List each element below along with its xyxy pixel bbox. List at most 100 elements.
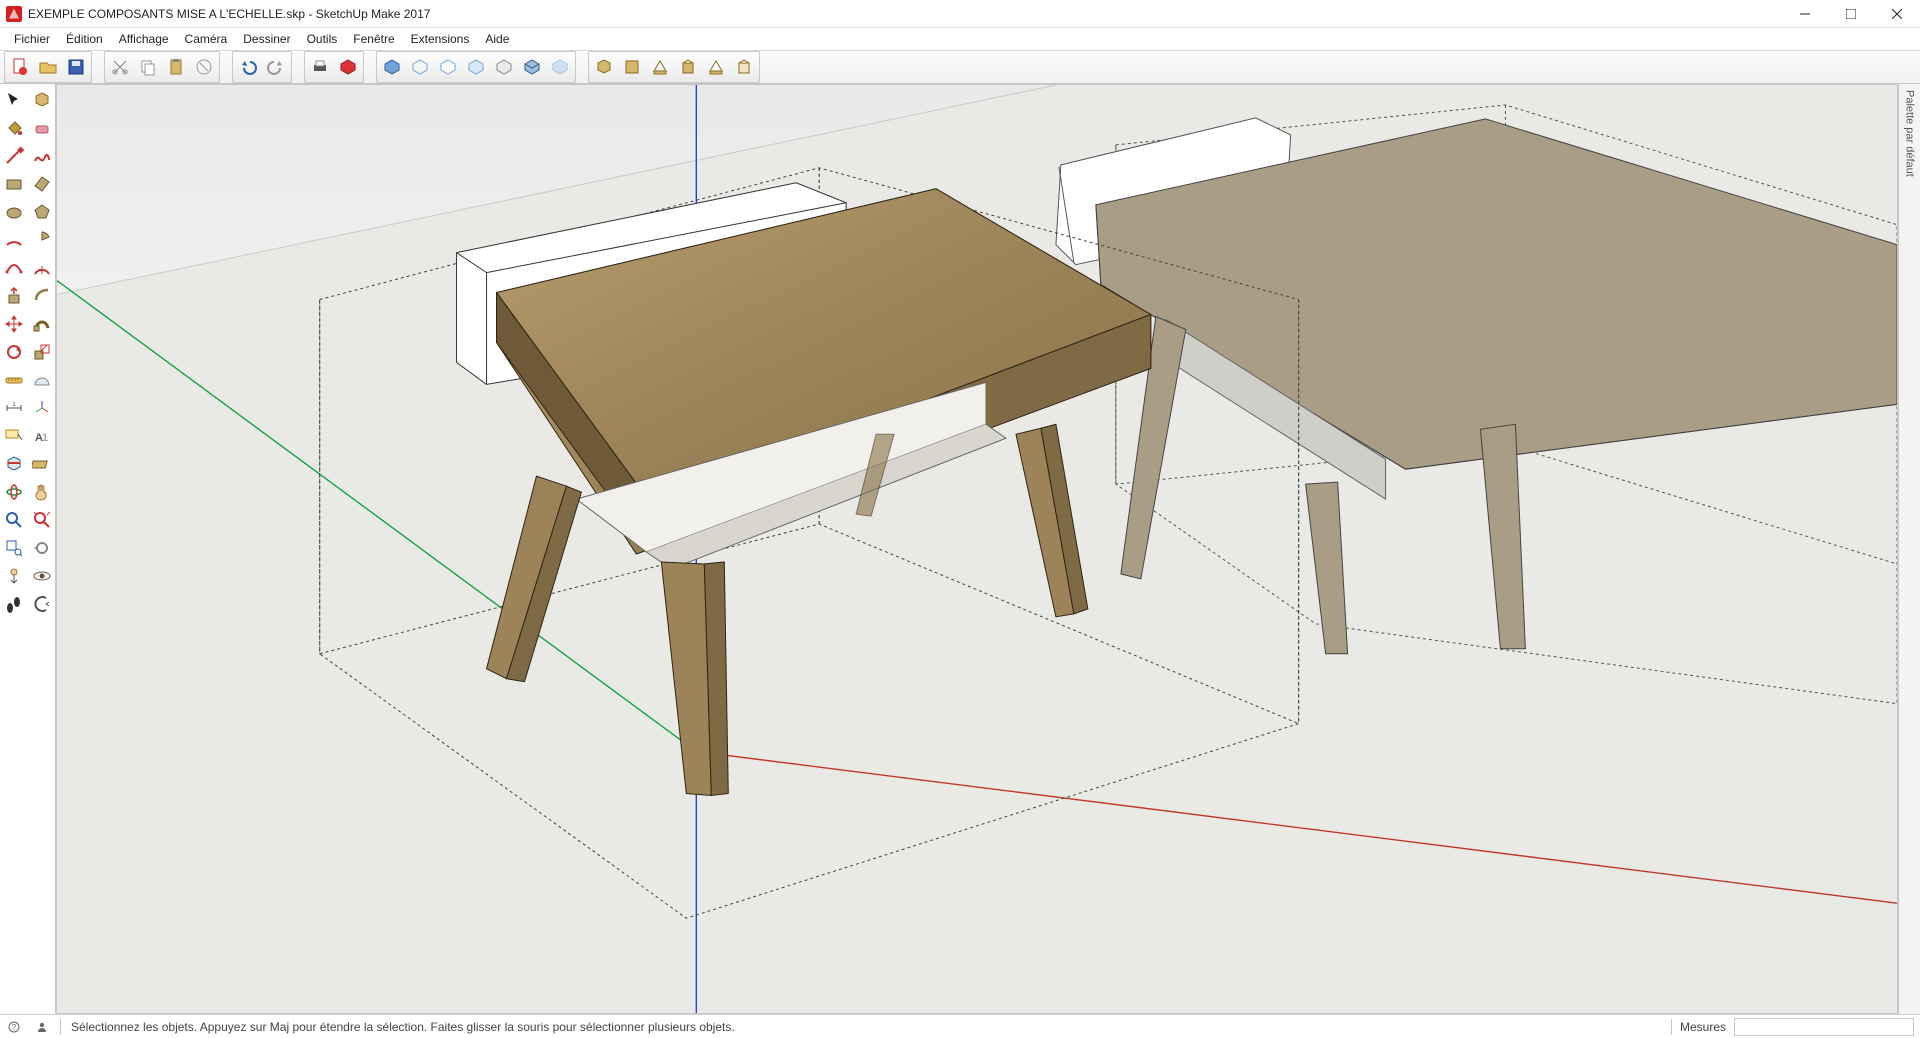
toolbar-file-group [4,51,92,83]
rotated-rect-tool[interactable] [28,170,56,198]
view-front-button[interactable] [647,54,673,80]
paste-button[interactable] [163,54,189,80]
zoom-window-tool[interactable] [0,534,28,562]
style-mono-button[interactable] [463,54,489,80]
menu-extensions[interactable]: Extensions [403,30,478,48]
delete-button[interactable] [191,54,217,80]
style-white-button[interactable] [491,54,517,80]
pie-tool[interactable] [28,226,56,254]
main-toolbar [0,50,1920,84]
tapemeasure-tool[interactable] [0,366,28,394]
menu-outils[interactable]: Outils [299,30,346,48]
axes-tool[interactable] [28,394,56,422]
previous-view-tool[interactable] [28,534,56,562]
print-button[interactable] [307,54,333,80]
offset-tool[interactable] [28,282,56,310]
svg-text:?: ? [12,1023,17,1032]
menu-affichage[interactable]: Affichage [111,30,177,48]
zoom-tool[interactable] [0,506,28,534]
minimize-button[interactable] [1782,0,1828,28]
pan-tool[interactable] [28,478,56,506]
save-button[interactable] [63,54,89,80]
divider [1671,1019,1672,1035]
window-title: EXEMPLE COMPOSANTS MISE A L'ECHELLE.skp … [28,7,430,21]
view-iso-button[interactable] [591,54,617,80]
polygon-tool[interactable] [28,198,56,226]
toolbar-print-group [304,51,364,83]
view-left-button[interactable] [731,54,757,80]
open-button[interactable] [35,54,61,80]
circle-tool[interactable] [0,198,28,226]
viewport-3d[interactable] [56,84,1898,1014]
menu-dessiner[interactable]: Dessiner [235,30,298,48]
orbit-tool[interactable] [0,478,28,506]
model3d-button[interactable] [335,54,361,80]
view-right-button[interactable] [675,54,701,80]
style-shaded-button[interactable] [379,54,405,80]
user-icon[interactable] [34,1019,50,1035]
toolbar-undo-group [232,51,292,83]
scale-tool[interactable] [28,338,56,366]
undo-button[interactable] [235,54,261,80]
arc-tool[interactable] [0,226,28,254]
menu-fenetre[interactable]: Fenêtre [345,30,402,48]
zoom-extents-tool[interactable] [28,506,56,534]
rectangle-tool[interactable] [0,170,28,198]
menu-fichier[interactable]: Fichier [6,30,58,48]
style-xray-button[interactable] [547,54,573,80]
dimension-tool[interactable]: 1 [0,394,28,422]
measurements-label: Mesures [1680,1020,1734,1034]
arc-center-tool[interactable] [28,254,56,282]
3dtext-tool[interactable]: A1 [28,422,56,450]
rotate-tool[interactable] [0,338,28,366]
select-tool[interactable] [0,86,28,114]
tool-palette: 1 A1 [0,84,56,1014]
style-wire-button[interactable] [407,54,433,80]
style-hidden-button[interactable] [435,54,461,80]
app-icon [6,6,22,22]
menu-camera[interactable]: Caméra [177,30,236,48]
close-button[interactable] [1874,0,1920,28]
followme-tool[interactable] [28,310,56,338]
title-bar: EXEMPLE COMPOSANTS MISE A L'ECHELLE.skp … [0,0,1920,28]
svg-text:1: 1 [42,432,48,444]
pushpull-tool[interactable] [0,282,28,310]
make-component-tool[interactable] [28,86,56,114]
move-tool[interactable] [0,310,28,338]
paint-bucket-tool[interactable] [0,114,28,142]
line-tool[interactable] [0,142,28,170]
walk-tool[interactable] [0,590,28,618]
default-tray-label: Palette par défaut [1904,84,1916,177]
toolbar-views-group [588,51,760,83]
freehand-tool[interactable] [28,142,56,170]
view-back-button[interactable] [703,54,729,80]
new-button[interactable] [7,54,33,80]
svg-text:1: 1 [12,402,16,408]
menu-edition[interactable]: Édition [58,30,111,48]
style-tex-button[interactable] [519,54,545,80]
eye-tool[interactable] [28,590,56,618]
section-plane-tool[interactable] [28,450,56,478]
toolbar-edit-group [104,51,220,83]
eraser-tool[interactable] [28,114,56,142]
status-bar: ? Sélectionnez les objets. Appuyez sur M… [0,1014,1920,1038]
protractor-tool[interactable] [28,366,56,394]
redo-button[interactable] [263,54,289,80]
measurements-input[interactable] [1734,1018,1914,1036]
window-buttons [1782,0,1920,28]
help-icon[interactable]: ? [6,1019,22,1035]
menu-bar: Fichier Édition Affichage Caméra Dessine… [0,28,1920,50]
view-top-button[interactable] [619,54,645,80]
arc3-tool[interactable] [0,254,28,282]
section-tool[interactable] [0,450,28,478]
default-tray-tab[interactable]: Palette par défaut [1898,84,1920,1014]
position-camera-tool[interactable] [0,562,28,590]
look-around-tool[interactable] [28,562,56,590]
copy-button[interactable] [135,54,161,80]
status-hint: Sélectionnez les objets. Appuyez sur Maj… [65,1020,1663,1034]
maximize-button[interactable] [1828,0,1874,28]
divider [60,1019,61,1035]
text-tool[interactable] [0,422,28,450]
menu-aide[interactable]: Aide [477,30,517,48]
cut-button[interactable] [107,54,133,80]
